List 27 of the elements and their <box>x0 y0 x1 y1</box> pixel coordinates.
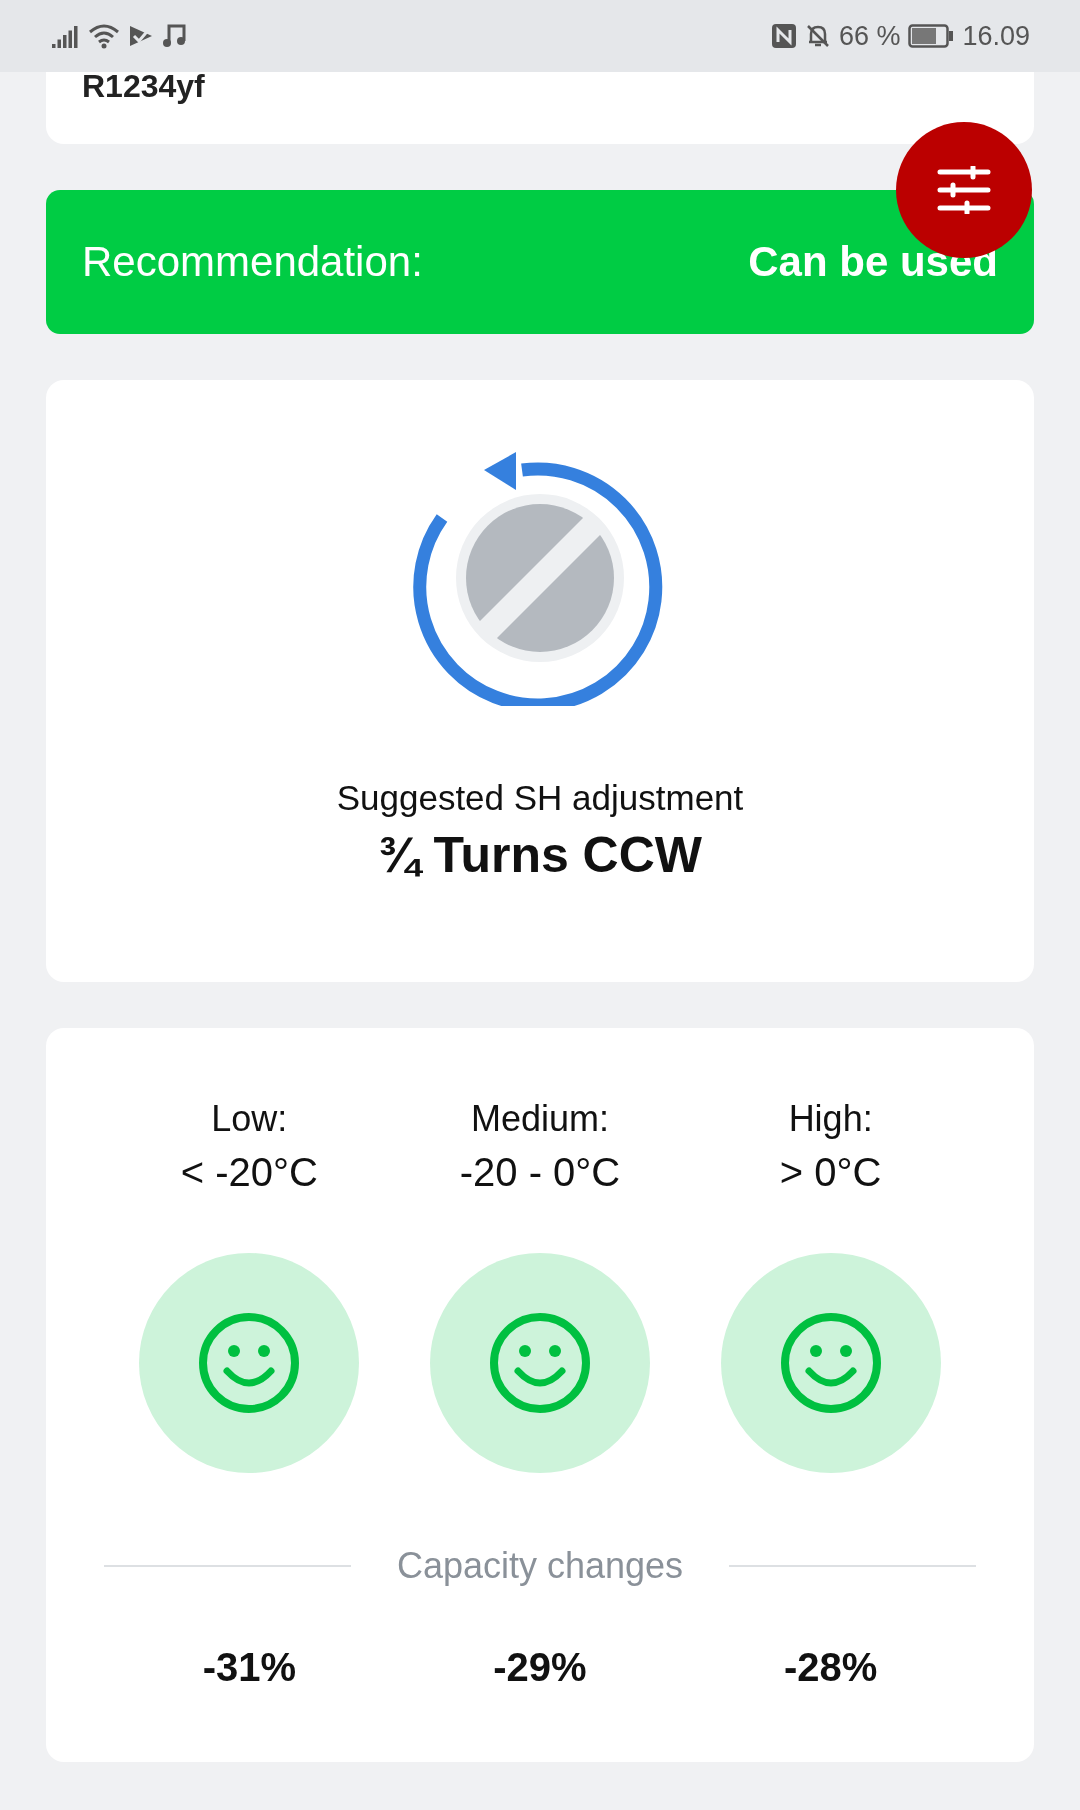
clock-time: 16.09 <box>962 20 1030 52</box>
battery-icon <box>908 24 955 48</box>
temperature-range: -20 - 0°C <box>459 1150 621 1195</box>
adjustment-caption: Suggested SH adjustment <box>336 778 744 818</box>
capacity-change: -29% <box>493 1645 587 1690</box>
temperature-range: < -20°C <box>180 1150 318 1195</box>
capacity-change: -28% <box>783 1645 878 1690</box>
smiley-face-icon <box>197 1311 302 1415</box>
adjustment-value: ¾ Turns CCW <box>377 826 703 884</box>
music-note-icon <box>162 23 186 49</box>
signal-icon <box>52 24 80 48</box>
battery-percentage: 66 % <box>838 20 901 52</box>
capacity-heading: Capacity changes <box>396 1545 684 1587</box>
sliders-icon <box>937 166 991 214</box>
muted-bell-icon <box>804 23 831 49</box>
refrigerant-name: R1234yf <box>82 68 205 105</box>
capacity-change: -31% <box>202 1645 296 1690</box>
temperature-range: > 0°C <box>779 1150 882 1195</box>
range-label: High: <box>788 1098 873 1140</box>
smiley-face-icon <box>778 1311 883 1415</box>
nfc-icon <box>770 23 797 49</box>
recommendation-label: Recommendation: <box>82 238 423 286</box>
smiley-face-icon <box>488 1311 592 1415</box>
range-label: Low: <box>211 1098 288 1140</box>
range-label: Medium: <box>470 1098 609 1140</box>
check-flag-icon <box>128 24 154 48</box>
wifi-icon <box>88 23 120 49</box>
